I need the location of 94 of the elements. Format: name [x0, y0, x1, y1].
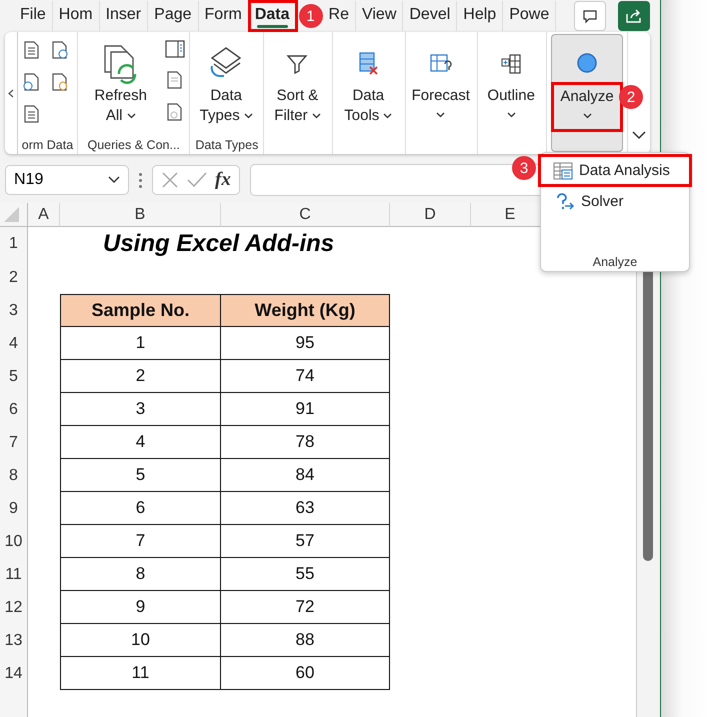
- database-doc-icon: [50, 72, 68, 92]
- group-label: Data Types: [194, 138, 260, 154]
- table-cell: 55: [221, 558, 390, 591]
- share-button[interactable]: [618, 1, 650, 31]
- ribbon-tab[interactable]: Data: [248, 1, 297, 31]
- circle-icon: [575, 51, 600, 75]
- table-header: Weight (Kg): [221, 294, 390, 327]
- column-header[interactable]: B: [60, 203, 221, 227]
- ribbon-tab[interactable]: Inser: [100, 1, 148, 31]
- check-icon: [187, 171, 207, 189]
- table-cell: 84: [221, 459, 390, 492]
- menu-item[interactable]: Data Analysis: [539, 155, 691, 186]
- ribbon-tab[interactable]: Help: [457, 1, 504, 31]
- chevron-icon: [108, 176, 120, 184]
- row-header[interactable]: 8: [0, 459, 28, 492]
- row-header[interactable]: 11: [0, 558, 28, 591]
- ribbon-tab[interactable]: View: [356, 1, 404, 31]
- list-doc-icon: [165, 70, 184, 90]
- ribbon-button[interactable]: Sort & Filter: [268, 36, 326, 126]
- table-cell: 63: [221, 492, 390, 525]
- link-doc-icon: [165, 102, 184, 122]
- table-cell: 6: [60, 492, 221, 525]
- highlight-frame: Analyze: [554, 85, 620, 129]
- ribbon-tab[interactable]: Form: [198, 1, 249, 31]
- step-badge: 1: [298, 4, 323, 28]
- column-header[interactable]: D: [390, 203, 471, 227]
- table-cell: 74: [221, 360, 390, 393]
- row-header[interactable]: 5: [0, 360, 28, 393]
- row-header[interactable]: 3: [0, 294, 28, 327]
- table-header: Sample No.: [60, 294, 221, 327]
- ribbon-button[interactable]: Outline: [482, 36, 540, 124]
- table-cell: 95: [221, 327, 390, 360]
- row-header[interactable]: 7: [0, 426, 28, 459]
- ribbon-button[interactable]: Data Tools: [337, 36, 400, 126]
- outline-grid-icon: [499, 53, 524, 75]
- group-label: orm Data: [22, 138, 74, 154]
- ribbon-button[interactable]: Data Types: [194, 36, 258, 126]
- table-cell: 78: [221, 426, 390, 459]
- row-header[interactable]: 12: [0, 591, 28, 624]
- table-cell: 11: [60, 657, 221, 690]
- clock-doc-icon: [50, 40, 68, 60]
- row-header[interactable]: 13: [0, 624, 28, 657]
- sheet-title: Using Excel Add-ins: [102, 229, 336, 259]
- table-cell: 88: [221, 624, 390, 657]
- group-label: Queries & Con...: [86, 138, 181, 154]
- ribbon-tab[interactable]: Devel: [403, 1, 458, 31]
- table-cell: 5: [60, 459, 221, 492]
- share-icon: [625, 8, 644, 24]
- table-cell: 57: [221, 525, 390, 558]
- ribbon-tab[interactable]: File: [14, 1, 53, 31]
- table-icon: [553, 162, 573, 180]
- table-cell: 10: [60, 624, 221, 657]
- ribbon-tab[interactable]: Page: [148, 1, 199, 31]
- name-box[interactable]: N19: [5, 165, 129, 195]
- insert-function-button[interactable]: fx: [215, 169, 231, 191]
- grip-icon: [139, 172, 142, 188]
- row-header[interactable]: 4: [0, 327, 28, 360]
- table-doc-icon: [22, 40, 40, 60]
- table-cell: 1: [60, 327, 221, 360]
- table-cell: 7: [60, 525, 221, 558]
- comment-button[interactable]: [574, 1, 606, 31]
- table-cell: 72: [221, 591, 390, 624]
- ribbon-button[interactable]: Forecast: [410, 36, 472, 124]
- row-header[interactable]: 6: [0, 393, 28, 426]
- table-cell: 9: [60, 591, 221, 624]
- cancel-icon: [161, 171, 179, 189]
- properties-icon: [165, 40, 186, 58]
- step-badge: 3: [512, 156, 536, 180]
- question-arrow-icon: [555, 192, 575, 210]
- ribbon-tab[interactable]: Hom: [52, 1, 100, 31]
- globe-doc-icon: [22, 72, 40, 92]
- table-cell: 8: [60, 558, 221, 591]
- table-cell: 4: [60, 426, 221, 459]
- column-header[interactable]: C: [221, 203, 390, 227]
- row-header[interactable]: 9: [0, 492, 28, 525]
- table-cell: 60: [221, 657, 390, 690]
- ribbon-button[interactable]: Analyze: [551, 34, 624, 152]
- list-doc-icon: [22, 104, 40, 124]
- row-header[interactable]: 2: [0, 261, 28, 294]
- row-header[interactable]: 14: [0, 657, 28, 690]
- menu-group-label: Analyze: [592, 255, 638, 271]
- ribbon-button[interactable]: Refresh All: [82, 36, 160, 126]
- chevron-left-icon: [8, 88, 14, 98]
- column-header[interactable]: A: [28, 203, 60, 227]
- chevron-down-icon: [632, 131, 646, 140]
- table-cell: 3: [60, 393, 221, 426]
- step-badge: 2: [619, 85, 643, 109]
- row-header[interactable]: 10: [0, 525, 28, 558]
- ribbon-tab[interactable]: Powe: [503, 1, 556, 31]
- table-cell: 91: [221, 393, 390, 426]
- ribbon-tab[interactable]: Re: [322, 1, 356, 31]
- table-cell: 2: [60, 360, 221, 393]
- speech-bubble-icon: [582, 8, 598, 24]
- row-header[interactable]: 1: [0, 227, 28, 261]
